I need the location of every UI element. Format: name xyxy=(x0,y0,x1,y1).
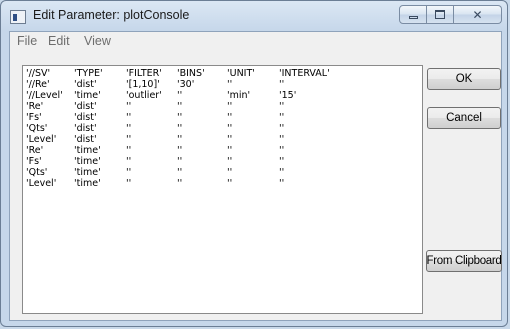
table-row[interactable]: 'Fs' 'time' '' '' '' '' xyxy=(23,156,422,167)
minimize-icon xyxy=(408,16,418,19)
close-icon: ✕ xyxy=(472,7,483,22)
menu-file[interactable]: File xyxy=(17,34,37,48)
table-cell: 'INTERVAL' xyxy=(279,68,330,79)
table-cell: '' xyxy=(126,112,132,123)
parameter-listbox[interactable]: '//SV' 'TYPE' 'FILTER' 'BINS' 'UNIT' 'INTERVA… xyxy=(22,65,423,314)
maximize-icon xyxy=(435,10,445,19)
table-cell: '' xyxy=(126,167,132,178)
table-cell: 'min' xyxy=(227,90,251,101)
table-cell: '15' xyxy=(279,90,297,101)
table-cell: '' xyxy=(227,167,233,178)
table-cell: 'dist' xyxy=(74,112,97,123)
table-cell: '30' xyxy=(177,79,195,90)
table-row[interactable]: 'Re' 'time' '' '' '' '' xyxy=(23,145,422,156)
table-cell: '' xyxy=(126,134,132,145)
table-cell: 'Re' xyxy=(26,145,44,156)
table-cell: 'BINS' xyxy=(177,68,205,79)
table-cell: '' xyxy=(279,156,285,167)
table-cell: 'Level' xyxy=(26,178,57,189)
table-cell: '' xyxy=(227,134,233,145)
window-title: Edit Parameter: plotConsole xyxy=(33,8,190,22)
app-window-icon xyxy=(10,10,26,24)
table-cell: 'time' xyxy=(74,167,101,178)
table-row[interactable]: 'Qts' 'time' '' '' '' '' xyxy=(23,167,422,178)
maximize-button[interactable] xyxy=(427,5,454,24)
table-cell: '' xyxy=(279,79,285,90)
table-cell: '' xyxy=(177,112,183,123)
table-cell: 'Level' xyxy=(26,134,57,145)
table-cell: '' xyxy=(177,101,183,112)
dialog-window: Edit Parameter: plotConsole ✕ File Edit … xyxy=(0,0,508,327)
table-cell: '' xyxy=(177,134,183,145)
table-cell: '' xyxy=(126,156,132,167)
table-cell: 'UNIT' xyxy=(227,68,255,79)
table-cell: 'dist' xyxy=(74,79,97,90)
table-row[interactable]: 'Level' 'time' '' '' '' '' xyxy=(23,178,422,189)
table-cell: '' xyxy=(126,123,132,134)
table-row[interactable]: 'Fs' 'dist' '' '' '' '' xyxy=(23,112,422,123)
table-cell: '' xyxy=(279,101,285,112)
table-row[interactable]: '//Re' 'dist' '[1,10]' '30' '' '' xyxy=(23,79,422,90)
table-cell: 'TYPE' xyxy=(74,68,103,79)
table-cell: 'outlier' xyxy=(126,90,162,101)
table-cell: '//SV' xyxy=(26,68,51,79)
table-cell: 'Re' xyxy=(26,101,44,112)
table-cell: 'Qts' xyxy=(26,167,48,178)
table-cell: '' xyxy=(227,101,233,112)
table-cell: '' xyxy=(177,123,183,134)
table-cell: 'Qts' xyxy=(26,123,48,134)
from-clipboard-button[interactable]: From Clipboard xyxy=(426,250,502,272)
table-cell: 'Fs' xyxy=(26,156,42,167)
table-cell: '' xyxy=(279,167,285,178)
table-cell: 'dist' xyxy=(74,134,97,145)
close-button[interactable]: ✕ xyxy=(454,5,502,24)
table-cell: '' xyxy=(227,156,233,167)
table-cell: '' xyxy=(126,178,132,189)
table-row[interactable]: 'Re' 'dist' '' '' '' '' xyxy=(23,101,422,112)
table-cell: '' xyxy=(279,178,285,189)
table-cell: '' xyxy=(279,145,285,156)
table-cell: '//Re' xyxy=(26,79,50,90)
table-cell: '' xyxy=(177,145,183,156)
cancel-button[interactable]: Cancel xyxy=(427,107,501,129)
table-cell: 'time' xyxy=(74,178,101,189)
table-cell: '' xyxy=(279,123,285,134)
dialog-client-area: File Edit View '//SV' 'TYPE' 'FILTER' 'BINS… xyxy=(9,31,502,321)
table-cell: 'dist' xyxy=(74,101,97,112)
table-cell: '' xyxy=(227,79,233,90)
minimize-button[interactable] xyxy=(399,5,427,24)
ok-button[interactable]: OK xyxy=(427,68,501,90)
menu-edit[interactable]: Edit xyxy=(48,34,70,48)
table-cell: 'Fs' xyxy=(26,112,42,123)
table-cell: '' xyxy=(279,112,285,123)
table-cell: '' xyxy=(126,101,132,112)
table-row[interactable]: '//Level' 'time' 'outlier' '' 'min' '15' xyxy=(23,90,422,101)
table-cell: '[1,10]' xyxy=(126,79,160,90)
table-cell: 'dist' xyxy=(74,123,97,134)
menu-view[interactable]: View xyxy=(84,34,111,48)
table-cell: 'time' xyxy=(74,90,101,101)
table-cell: '' xyxy=(126,145,132,156)
table-cell: 'time' xyxy=(74,156,101,167)
table-cell: 'time' xyxy=(74,145,101,156)
table-row[interactable]: 'Qts' 'dist' '' '' '' '' xyxy=(23,123,422,134)
table-cell: '' xyxy=(227,123,233,134)
table-cell: '' xyxy=(279,134,285,145)
table-row[interactable]: 'Level' 'dist' '' '' '' '' xyxy=(23,134,422,145)
table-cell: 'FILTER' xyxy=(126,68,162,79)
table-cell: '' xyxy=(177,90,183,101)
table-cell: '' xyxy=(177,156,183,167)
table-row[interactable]: '//SV' 'TYPE' 'FILTER' 'BINS' 'UNIT' 'INTERVA… xyxy=(23,68,422,79)
table-cell: '' xyxy=(227,145,233,156)
table-cell: '//Level' xyxy=(26,90,63,101)
table-cell: '' xyxy=(227,112,233,123)
menu-bar: File Edit View xyxy=(10,32,501,52)
table-cell: '' xyxy=(177,167,183,178)
table-cell: '' xyxy=(177,178,183,189)
table-cell: '' xyxy=(227,178,233,189)
